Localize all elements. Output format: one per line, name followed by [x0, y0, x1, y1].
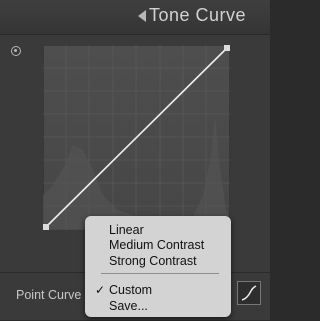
point-curve-dropdown-menu[interactable]: Linear Medium Contrast Strong Contrast ✓… [85, 216, 231, 317]
panel-header[interactable]: Tone Curve [0, 0, 270, 35]
curve-point-black [43, 224, 49, 230]
tone-curve-panel: Tone Curve Point Curve Linear Medium Con… [0, 0, 270, 320]
menu-item-linear[interactable]: Linear [109, 223, 144, 237]
menu-item-medium-contrast[interactable]: Medium Contrast [109, 238, 204, 252]
point-curve-label[interactable]: Point Curve [16, 288, 81, 302]
menu-item-save[interactable]: Save... [109, 299, 148, 313]
checkmark-icon: ✓ [95, 283, 106, 297]
tone-curve-graph[interactable] [43, 45, 230, 230]
collapse-arrow-icon[interactable] [138, 10, 146, 22]
curve-point-white [224, 45, 230, 51]
curve-edit-button[interactable] [237, 281, 261, 305]
menu-separator [101, 273, 219, 274]
curve-graph-svg [43, 45, 230, 230]
panel-title: Tone Curve [148, 5, 246, 25]
curve-edit-icon [241, 285, 257, 301]
menu-item-custom[interactable]: Custom [109, 283, 152, 297]
target-adjust-icon[interactable] [11, 46, 21, 56]
menu-item-strong-contrast[interactable]: Strong Contrast [109, 254, 197, 268]
